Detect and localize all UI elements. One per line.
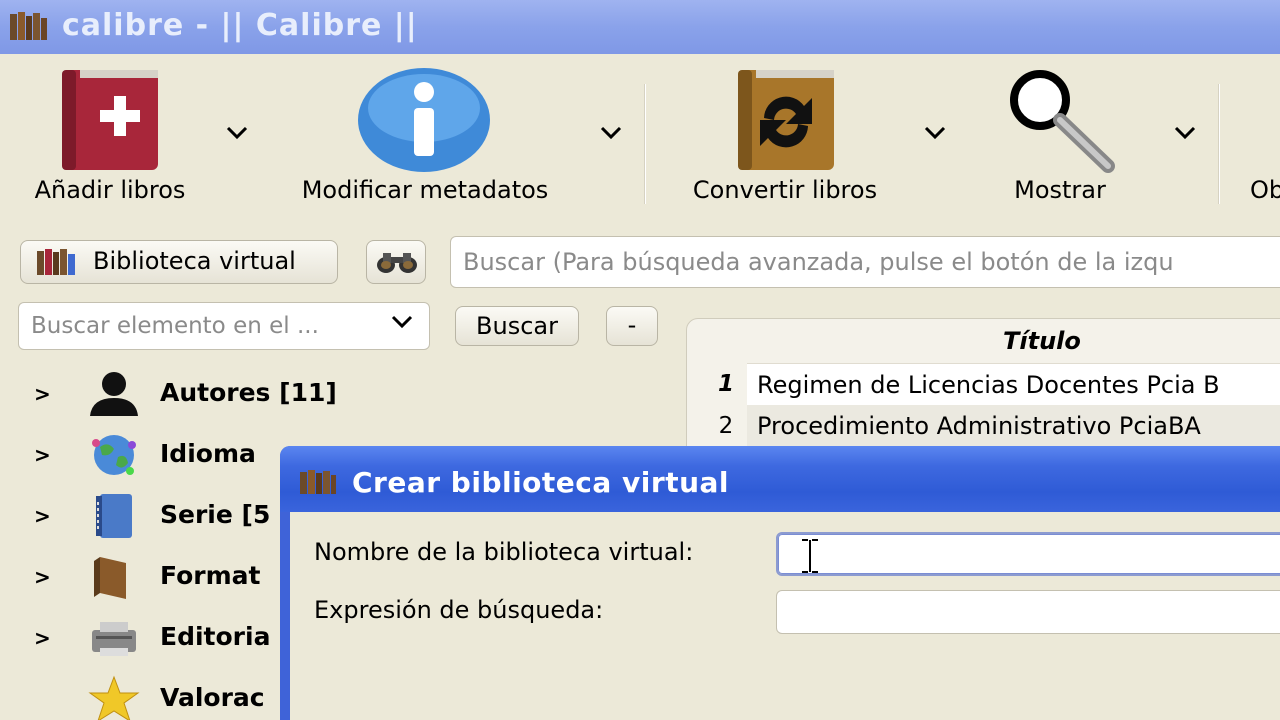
- dialog-titlebar[interactable]: Crear biblioteca virtual: [280, 446, 1280, 512]
- toolbar-separator: [644, 84, 646, 204]
- magnifier-icon: [1010, 70, 1115, 173]
- convert-book-icon: [738, 70, 834, 170]
- expand-arrow-icon[interactable]: >: [34, 504, 51, 528]
- add-books-label: Añadir libros: [34, 176, 186, 204]
- add-book-icon: [62, 70, 158, 170]
- chevron-down-icon: [600, 126, 622, 140]
- edit-metadata-label: Modificar metadatos: [301, 176, 549, 204]
- user-icon: [90, 372, 138, 416]
- library-icon: [37, 249, 75, 275]
- tag-browser-find-button[interactable]: Buscar: [455, 306, 579, 346]
- tree-item-label: Format: [160, 561, 261, 590]
- title-column-header[interactable]: Título: [1003, 327, 1081, 355]
- library-name-input[interactable]: [778, 534, 1280, 574]
- table-row[interactable]: 1 Regimen de Licencias Docentes Pcia B: [687, 363, 1280, 405]
- main-search-input[interactable]: [451, 237, 1280, 287]
- book-icon: [94, 557, 126, 599]
- info-icon: [358, 68, 490, 172]
- next-tool-label[interactable]: Ob: [1250, 176, 1280, 204]
- book-title-cell[interactable]: Regimen de Licencias Docentes Pcia B: [747, 363, 1280, 405]
- window-title: calibre - || Calibre ||: [62, 8, 418, 43]
- collapse-button[interactable]: -: [606, 306, 658, 346]
- convert-books-button[interactable]: Convertir libros: [680, 54, 890, 214]
- text-cursor-icon: [802, 539, 818, 573]
- book-list: Título 1 Regimen de Licencias Docentes P…: [686, 318, 1280, 458]
- dialog-body: Nombre de la biblioteca virtual: Expresi…: [290, 512, 1280, 720]
- tag-browser-search-input[interactable]: [19, 303, 389, 349]
- chevron-down-icon: [924, 126, 946, 140]
- search-expression-label: Expresión de búsqueda:: [314, 596, 604, 624]
- create-virtual-library-dialog: Crear biblioteca virtual Nombre de la bi…: [280, 446, 1280, 720]
- tree-item-authors[interactable]: > Autores [11]: [30, 368, 337, 424]
- window-titlebar: calibre - || Calibre ||: [0, 0, 1280, 54]
- tree-item-label: Autores [11]: [160, 378, 337, 407]
- calibre-library-icon: [10, 12, 47, 40]
- library-name-field[interactable]: [776, 532, 1280, 576]
- chevron-down-icon: [226, 126, 248, 140]
- advanced-search-button[interactable]: [366, 240, 426, 284]
- printer-icon: [92, 622, 136, 656]
- main-search-box[interactable]: [450, 236, 1280, 288]
- tree-item-label: Valorac: [160, 683, 265, 712]
- tree-item-label: Serie [5: [160, 500, 271, 529]
- expand-arrow-icon[interactable]: >: [34, 443, 51, 467]
- library-icon: [300, 470, 336, 494]
- row-number: 1: [717, 371, 734, 397]
- main-toolbar: Añadir libros Modificar metadatos Conver…: [0, 54, 1280, 224]
- add-books-button[interactable]: Añadir libros: [20, 54, 200, 214]
- virtual-library-label: Biblioteca virtual: [93, 247, 296, 275]
- star-icon: [88, 675, 140, 720]
- chevron-down-icon: [1174, 126, 1196, 140]
- binoculars-icon: [377, 253, 417, 273]
- row-number: 2: [718, 413, 734, 439]
- search-expression-input[interactable]: [777, 591, 1280, 633]
- dialog-title: Crear biblioteca virtual: [352, 466, 729, 499]
- virtual-library-button[interactable]: Biblioteca virtual: [20, 240, 338, 284]
- search-expression-field[interactable]: [776, 590, 1280, 634]
- series-icon: [96, 494, 132, 538]
- library-name-label: Nombre de la biblioteca virtual:: [314, 538, 694, 566]
- book-title-cell[interactable]: Procedimiento Administrativo PciaBA: [747, 405, 1280, 447]
- tag-browser-search-box[interactable]: [18, 302, 430, 350]
- toolbar-separator: [1218, 84, 1220, 204]
- edit-metadata-button[interactable]: Modificar metadatos: [290, 54, 560, 214]
- tree-item-label: Idioma: [160, 439, 256, 468]
- expand-arrow-icon[interactable]: >: [34, 626, 51, 650]
- table-row[interactable]: 2 Procedimiento Administrativo PciaBA: [687, 405, 1280, 447]
- view-label: Mostrar: [1014, 176, 1106, 204]
- tree-item-label: Editoria: [160, 622, 271, 651]
- chevron-down-icon[interactable]: [391, 315, 413, 329]
- expand-arrow-icon[interactable]: >: [34, 382, 51, 406]
- convert-books-label: Convertir libros: [692, 176, 878, 204]
- globe-icon: [92, 435, 136, 475]
- expand-arrow-icon[interactable]: >: [34, 565, 51, 589]
- view-button[interactable]: Mostrar: [990, 54, 1130, 214]
